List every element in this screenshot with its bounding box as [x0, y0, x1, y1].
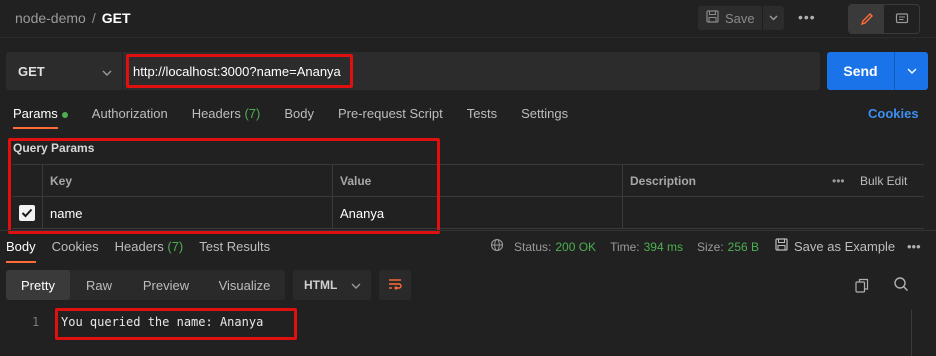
breadcrumb: node-demo / GET [15, 10, 131, 26]
save-as-example-label: Save as Example [794, 238, 896, 254]
description-column-header: Description [630, 174, 697, 188]
view-mode-preview[interactable]: Preview [128, 270, 204, 300]
response-tab-cookies[interactable]: Cookies [52, 239, 99, 254]
save-dropdown-chevron-icon[interactable] [762, 6, 784, 30]
tab-params[interactable]: Params [13, 106, 68, 129]
wrap-lines-button[interactable] [379, 270, 411, 300]
comment-icon[interactable] [884, 5, 919, 33]
tab-authorization[interactable]: Authorization [92, 106, 168, 121]
tab-params-label: Params [13, 106, 58, 121]
line-number: 1 [32, 315, 40, 329]
copy-icon[interactable] [855, 278, 869, 296]
response-tab-headers[interactable]: Headers (7) [115, 239, 184, 254]
breadcrumb-separator: / [91, 10, 96, 26]
format-select[interactable]: HTML [293, 270, 371, 300]
send-label: Send [843, 63, 878, 79]
tab-pre-request-script[interactable]: Pre-request Script [338, 106, 443, 121]
url-highlight-box [126, 54, 353, 88]
response-tab-test-results[interactable]: Test Results [199, 239, 270, 254]
response-highlight-box [55, 308, 297, 340]
tab-body[interactable]: Body [284, 106, 314, 121]
send-button[interactable]: Send [827, 52, 928, 90]
status-value[interactable]: 200 OK [555, 240, 596, 254]
chevron-down-icon [102, 64, 112, 79]
editor-scrollbar[interactable] [911, 310, 912, 356]
params-more-options[interactable]: ••• [824, 165, 845, 197]
save-label: Save [725, 10, 755, 26]
tab-headers-count: (7) [244, 106, 261, 121]
view-mode-segmented-control: Pretty Raw Preview Visualize [6, 270, 285, 300]
view-mode-visualize[interactable]: Visualize [204, 270, 285, 300]
response-tabs: Body Cookies Headers (7) Test Results [6, 239, 270, 263]
view-mode-pretty[interactable]: Pretty [6, 270, 70, 300]
more-options-button[interactable]: ••• [798, 9, 816, 25]
tab-settings[interactable]: Settings [521, 106, 568, 121]
response-more-options[interactable]: ••• [907, 239, 921, 254]
cookies-link[interactable]: Cookies [868, 106, 919, 121]
request-tabs: Params Authorization Headers (7) Body Pr… [13, 106, 568, 129]
response-meta: Status: 200 OK Time: 394 ms Size: 256 B [490, 238, 769, 255]
edit-icon[interactable] [849, 5, 884, 33]
time-value[interactable]: 394 ms [644, 240, 683, 254]
time-label: Time: [610, 239, 640, 254]
bulk-edit-button[interactable]: Bulk Edit [852, 165, 907, 197]
view-mode-raw[interactable]: Raw [70, 270, 128, 300]
response-headers-count: (7) [167, 239, 184, 254]
wrap-lines-icon [387, 277, 403, 294]
send-dropdown-chevron-icon[interactable] [894, 52, 928, 90]
save-button[interactable]: Save [698, 6, 784, 30]
tab-headers[interactable]: Headers (7) [192, 106, 261, 121]
response-tab-headers-label: Headers [114, 239, 164, 254]
side-panel-toggle [848, 4, 920, 34]
size-value[interactable]: 256 B [728, 240, 759, 254]
format-label: HTML [304, 278, 338, 292]
globe-icon[interactable] [490, 238, 504, 255]
save-icon [775, 238, 788, 254]
tab-headers-label: Headers [191, 106, 241, 121]
params-active-dot [61, 111, 68, 118]
chevron-down-icon [351, 278, 361, 292]
top-bar [0, 0, 936, 38]
method-select[interactable]: GET [6, 52, 122, 90]
response-tab-body[interactable]: Body [6, 239, 36, 263]
method-label: GET [18, 63, 45, 79]
save-icon [706, 10, 719, 26]
breadcrumb-collection[interactable]: node-demo [15, 10, 86, 26]
query-params-highlight-box [8, 138, 440, 234]
search-icon[interactable] [893, 276, 909, 295]
size-label: Size: [696, 239, 724, 254]
tab-tests[interactable]: Tests [467, 106, 497, 121]
breadcrumb-request[interactable]: GET [102, 10, 131, 26]
status-label: Status: [514, 239, 552, 254]
param-description-cell[interactable] [622, 197, 630, 229]
save-as-example-button[interactable]: Save as Example [775, 238, 895, 254]
